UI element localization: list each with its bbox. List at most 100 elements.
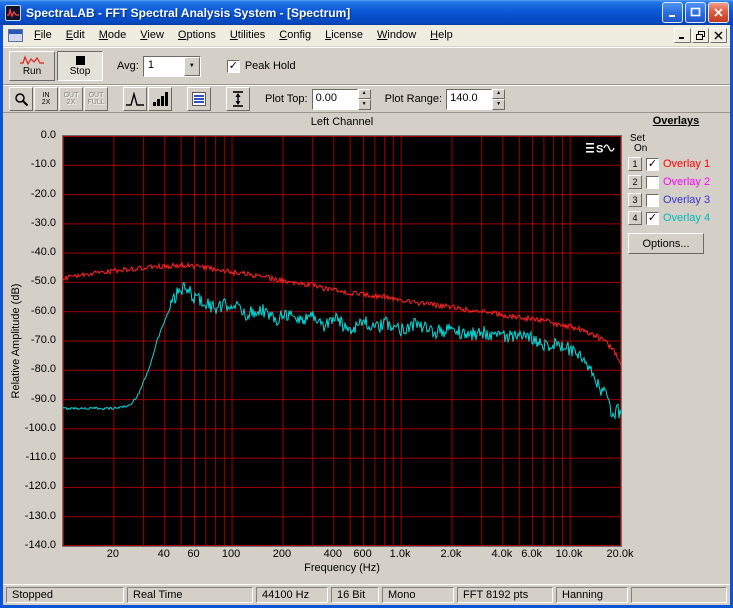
- overlay-row: 4 ✓ Overlay 4: [628, 209, 710, 227]
- stop-button[interactable]: Stop: [57, 51, 103, 81]
- plot-range-input[interactable]: 140.0: [446, 88, 493, 110]
- status-real-time: Real Time: [127, 587, 253, 603]
- overlay-on-checkbox[interactable]: ✓: [646, 211, 659, 225]
- plot-range-spin-down[interactable]: ▼: [492, 99, 506, 110]
- avg-dropdown-arrow-icon[interactable]: ▼: [183, 56, 200, 76]
- overlay-set-button[interactable]: 4: [628, 211, 642, 225]
- menu-item-mode[interactable]: Mode: [92, 27, 134, 44]
- child-restore-button[interactable]: [692, 28, 709, 43]
- bar-plot-button[interactable]: [148, 87, 172, 111]
- avg-value: 1: [147, 58, 154, 71]
- avg-label: Avg:: [117, 60, 139, 72]
- plot-top-spin-up[interactable]: ▲: [357, 88, 371, 99]
- y-tick-label: -30.0: [30, 216, 56, 229]
- y-tick-label: -20.0: [30, 187, 56, 200]
- peak-hold-label: Peak Hold: [244, 60, 296, 72]
- stop-button-label: Stop: [69, 65, 91, 77]
- y-tick-label: 0.0: [40, 129, 56, 141]
- chart-title: Left Channel: [310, 116, 374, 128]
- y-tick-label: -130.0: [24, 509, 56, 522]
- y-tick-label: -100.0: [24, 421, 56, 434]
- plot-range-spin-up[interactable]: ▲: [492, 88, 506, 99]
- report-lines-icon: [192, 92, 206, 106]
- overlay-label: Overlay 1: [663, 158, 711, 170]
- menu-item-window[interactable]: Window: [370, 27, 423, 44]
- overlay-on-checkbox[interactable]: ✓: [646, 157, 659, 171]
- zoom-in-2x-button[interactable]: IN 2X: [34, 87, 58, 111]
- plot-toolbar: IN2XOUT2XOUTFULL Plot Top: 0.00 ▲ ▼: [3, 85, 730, 113]
- stop-square-icon: [75, 55, 85, 65]
- transport-toolbar: Run Stop Avg: 1 ▼ ✓ Peak Hold: [3, 47, 730, 85]
- status-bar: Stopped Real Time 44100 Hz 16 Bit Mono FFT 81…: [3, 584, 730, 605]
- plot-range-label: Plot Range:: [384, 93, 443, 105]
- x-tick-label: 10.0k: [555, 548, 583, 560]
- run-button[interactable]: Run: [9, 51, 55, 81]
- overlay-on-checkbox[interactable]: [646, 175, 659, 189]
- status-hanning: Hanning: [556, 587, 628, 603]
- overlay-row: 2 Overlay 2: [628, 173, 710, 191]
- menu-item-utilities[interactable]: Utilities: [223, 27, 272, 44]
- x-tick-label: 20.0k: [606, 548, 634, 560]
- y-tick-label: -50.0: [30, 275, 56, 288]
- menu-item-config[interactable]: Config: [272, 27, 318, 44]
- y-tick-label: -140.0: [24, 539, 56, 551]
- overlay-set-button[interactable]: 3: [628, 193, 642, 207]
- plot-top-input[interactable]: 0.00: [311, 88, 358, 110]
- avg-dropdown[interactable]: 1 ▼: [142, 55, 201, 77]
- y-tick-label: -80.0: [30, 363, 56, 376]
- app-icon[interactable]: [5, 4, 21, 21]
- overlays-on-header: On: [634, 143, 648, 154]
- menu-item-edit[interactable]: Edit: [59, 27, 92, 44]
- menu-item-license[interactable]: License: [318, 27, 370, 44]
- menu-bar-items: File Edit Mode View Options Utilities Config Li…: [27, 27, 674, 44]
- overlays-title[interactable]: Overlays: [625, 115, 727, 127]
- overlay-on-checkbox[interactable]: [646, 193, 659, 207]
- window-title: SpectraLAB - FFT Spectral Analysis Syste…: [26, 5, 351, 20]
- x-tick-label: 2.0k: [440, 548, 462, 560]
- status-16-bit: 16 Bit: [331, 587, 379, 603]
- minimize-button[interactable]: [662, 2, 683, 23]
- status-fft-8192-pts: FFT 8192 pts: [457, 587, 553, 603]
- status-stopped: Stopped: [6, 587, 124, 603]
- overlay-row: 3 Overlay 3: [628, 191, 710, 209]
- y-tick-label: -120.0: [24, 480, 56, 493]
- plot-range-spinner: 140.0 ▲ ▼: [446, 88, 506, 110]
- zoom-tool-button[interactable]: [9, 87, 33, 111]
- zoom-out-2x-button: OUT 2X: [59, 87, 83, 111]
- bar-chart-icon: [152, 92, 168, 106]
- y-tick-label: -110.0: [25, 451, 56, 464]
- child-window-icon[interactable]: [8, 29, 23, 42]
- overlay-label: Overlay 4: [663, 212, 711, 224]
- x-tick-label: 1.0k: [389, 548, 411, 560]
- status-mono: Mono: [382, 587, 454, 603]
- x-tick-label: 200: [272, 548, 292, 560]
- x-axis-label: Frequency (Hz): [304, 562, 380, 574]
- spectralab-logo-icon: S: [586, 140, 616, 157]
- overlay-set-button[interactable]: 2: [628, 175, 642, 189]
- menu-item-options[interactable]: Options: [171, 27, 223, 44]
- overlay-set-button[interactable]: 1: [628, 157, 642, 171]
- title-bar: SpectraLAB - FFT Spectral Analysis Syste…: [0, 0, 733, 25]
- maximize-button[interactable]: [685, 2, 706, 23]
- display-options-button[interactable]: [187, 87, 211, 111]
- y-tick-label: -10.0: [30, 158, 56, 171]
- close-button[interactable]: [708, 2, 729, 23]
- overlay-options-button[interactable]: Options...: [628, 233, 704, 254]
- run-button-label: Run: [22, 66, 42, 77]
- peak-hold-checkbox[interactable]: ✓: [226, 59, 240, 73]
- child-minimize-button[interactable]: [674, 28, 691, 43]
- status-filler: [631, 587, 727, 603]
- menu-item-help[interactable]: Help: [423, 27, 460, 44]
- vertical-range-icon: [233, 91, 243, 107]
- menu-item-view[interactable]: View: [133, 27, 171, 44]
- line-plot-button[interactable]: [123, 87, 147, 111]
- plot-top-spin-down[interactable]: ▼: [357, 99, 371, 110]
- y-tick-label: -60.0: [30, 304, 56, 317]
- child-close-button[interactable]: [710, 28, 727, 43]
- y-tick-label: -70.0: [30, 334, 56, 346]
- spectrum-plot[interactable]: S: [62, 135, 622, 547]
- menu-item-file[interactable]: File: [27, 27, 59, 44]
- overlay-row: 1 ✓ Overlay 1: [628, 155, 710, 173]
- autoscale-button[interactable]: [226, 87, 250, 111]
- spectrum-view: Left Channel Relative Amplitude (dB) 0.0…: [3, 113, 730, 584]
